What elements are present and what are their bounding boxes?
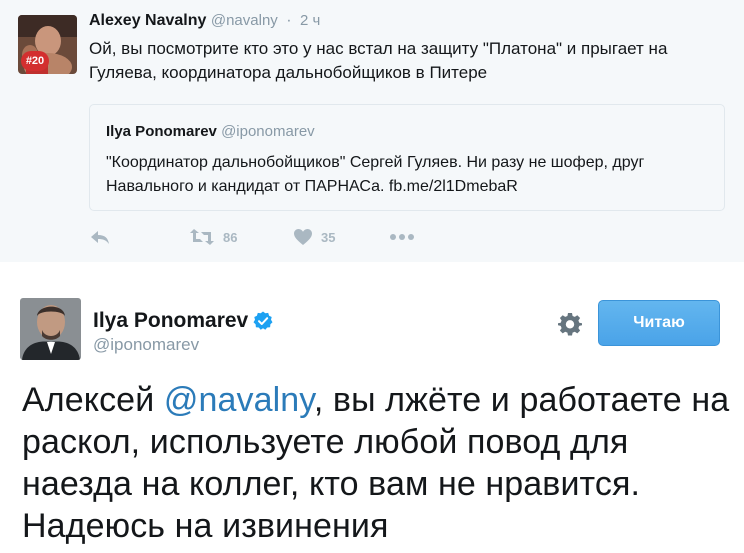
main-tweet: Ilya Ponomarev @iponomarev Читаю Алексей… <box>0 262 744 553</box>
tweet-timestamp[interactable]: 2 ч <box>300 12 320 29</box>
author-name-row: Ilya Ponomarev <box>93 309 273 333</box>
reply-icon[interactable] <box>89 224 111 250</box>
tweet-actions: 86 35 <box>89 224 489 250</box>
author-name[interactable]: Ilya Ponomarev <box>93 309 248 333</box>
gear-icon[interactable] <box>558 312 582 336</box>
tweet-text-start: Алексей <box>22 381 164 419</box>
avatar-badge: #20 <box>21 51 49 71</box>
verified-badge-icon <box>253 311 273 331</box>
mention-link[interactable]: @navalny <box>164 381 314 419</box>
separator-dot: · <box>286 12 292 29</box>
like-count: 35 <box>321 229 336 245</box>
following-button[interactable]: Читаю <box>598 300 720 346</box>
quoted-tweet-header: Ilya Ponomarev @iponomarev <box>106 123 315 140</box>
ponomarev-avatar[interactable] <box>20 298 81 360</box>
tweet-text: Алексей @navalny, вы лжёте и работаете н… <box>22 379 732 547</box>
quoted-tweet-text: "Координатор дальнобойщиков" Сергей Гуля… <box>106 154 645 195</box>
navalny-avatar[interactable]: #20 <box>18 15 77 74</box>
heart-icon <box>293 228 313 246</box>
retweet-button[interactable]: 86 <box>189 224 237 250</box>
reply-context-header: Alexey Navalny @navalny · 2 ч <box>89 12 320 30</box>
quoted-author-handle: @iponomarev <box>221 123 315 140</box>
more-dots-icon[interactable] <box>389 224 415 250</box>
quoted-tweet[interactable]: Ilya Ponomarev @iponomarev "Координатор … <box>89 104 725 211</box>
quoted-author-name: Ilya Ponomarev <box>106 123 217 140</box>
reply-context-tweet[interactable]: #20 Alexey Navalny @navalny · 2 ч Ой, вы… <box>0 0 744 262</box>
author-handle[interactable]: @iponomarev <box>93 335 199 355</box>
like-button[interactable]: 35 <box>293 224 335 250</box>
author-handle[interactable]: @navalny <box>211 12 278 29</box>
retweet-count: 86 <box>223 229 238 245</box>
retweet-icon <box>189 228 215 246</box>
author-name[interactable]: Alexey Navalny <box>89 12 206 29</box>
tweet-text: Ой, вы посмотрите кто это у нас встал на… <box>89 39 668 82</box>
